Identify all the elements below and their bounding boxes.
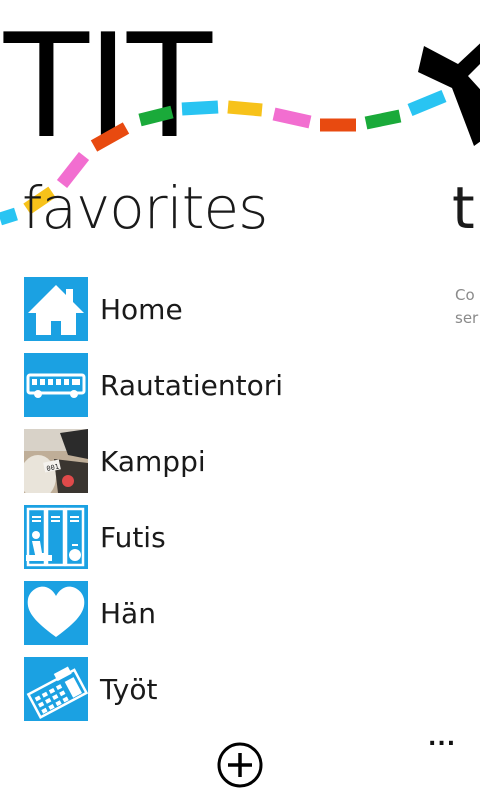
locker-room-icon xyxy=(24,505,88,569)
heart-icon xyxy=(24,581,88,645)
favorite-item-kamppi[interactable]: 001 Kamppi xyxy=(24,429,444,493)
calculator-icon xyxy=(24,657,88,721)
next-pivot-preview: Co ser xyxy=(455,284,478,330)
pivot-header-next[interactable]: t xyxy=(452,168,475,248)
bus-icon xyxy=(24,353,88,417)
favorite-label: Home xyxy=(100,292,183,326)
app-title: TIT xyxy=(0,0,216,169)
favorite-item-home[interactable]: Home xyxy=(24,277,444,341)
pivot-header-favorites[interactable]: favorites xyxy=(22,168,268,248)
add-button[interactable] xyxy=(216,741,264,789)
favorite-item-rautatientori[interactable]: Rautatientori xyxy=(24,353,444,417)
favorite-label: Hän xyxy=(100,596,156,630)
more-menu-button[interactable]: ... xyxy=(428,724,458,754)
photo-thumbnail: 001 xyxy=(24,429,88,493)
favorite-label: Työt xyxy=(100,672,158,706)
favorite-item-futis[interactable]: Futis xyxy=(24,505,444,569)
favorite-item-han[interactable]: Hän xyxy=(24,581,444,645)
next-preview-line: ser xyxy=(455,309,479,327)
favorite-label: Futis xyxy=(100,520,166,554)
favorite-label: Kamppi xyxy=(100,444,206,478)
logo-mark-icon xyxy=(418,43,480,146)
favorite-item-tyot[interactable]: Työt xyxy=(24,657,444,721)
favorites-list: Home Rautatientori 001 Kamppi Futis Hän … xyxy=(24,277,444,733)
next-preview-line: Co xyxy=(455,286,475,304)
favorite-label: Rautatientori xyxy=(100,368,284,402)
home-icon xyxy=(24,277,88,341)
